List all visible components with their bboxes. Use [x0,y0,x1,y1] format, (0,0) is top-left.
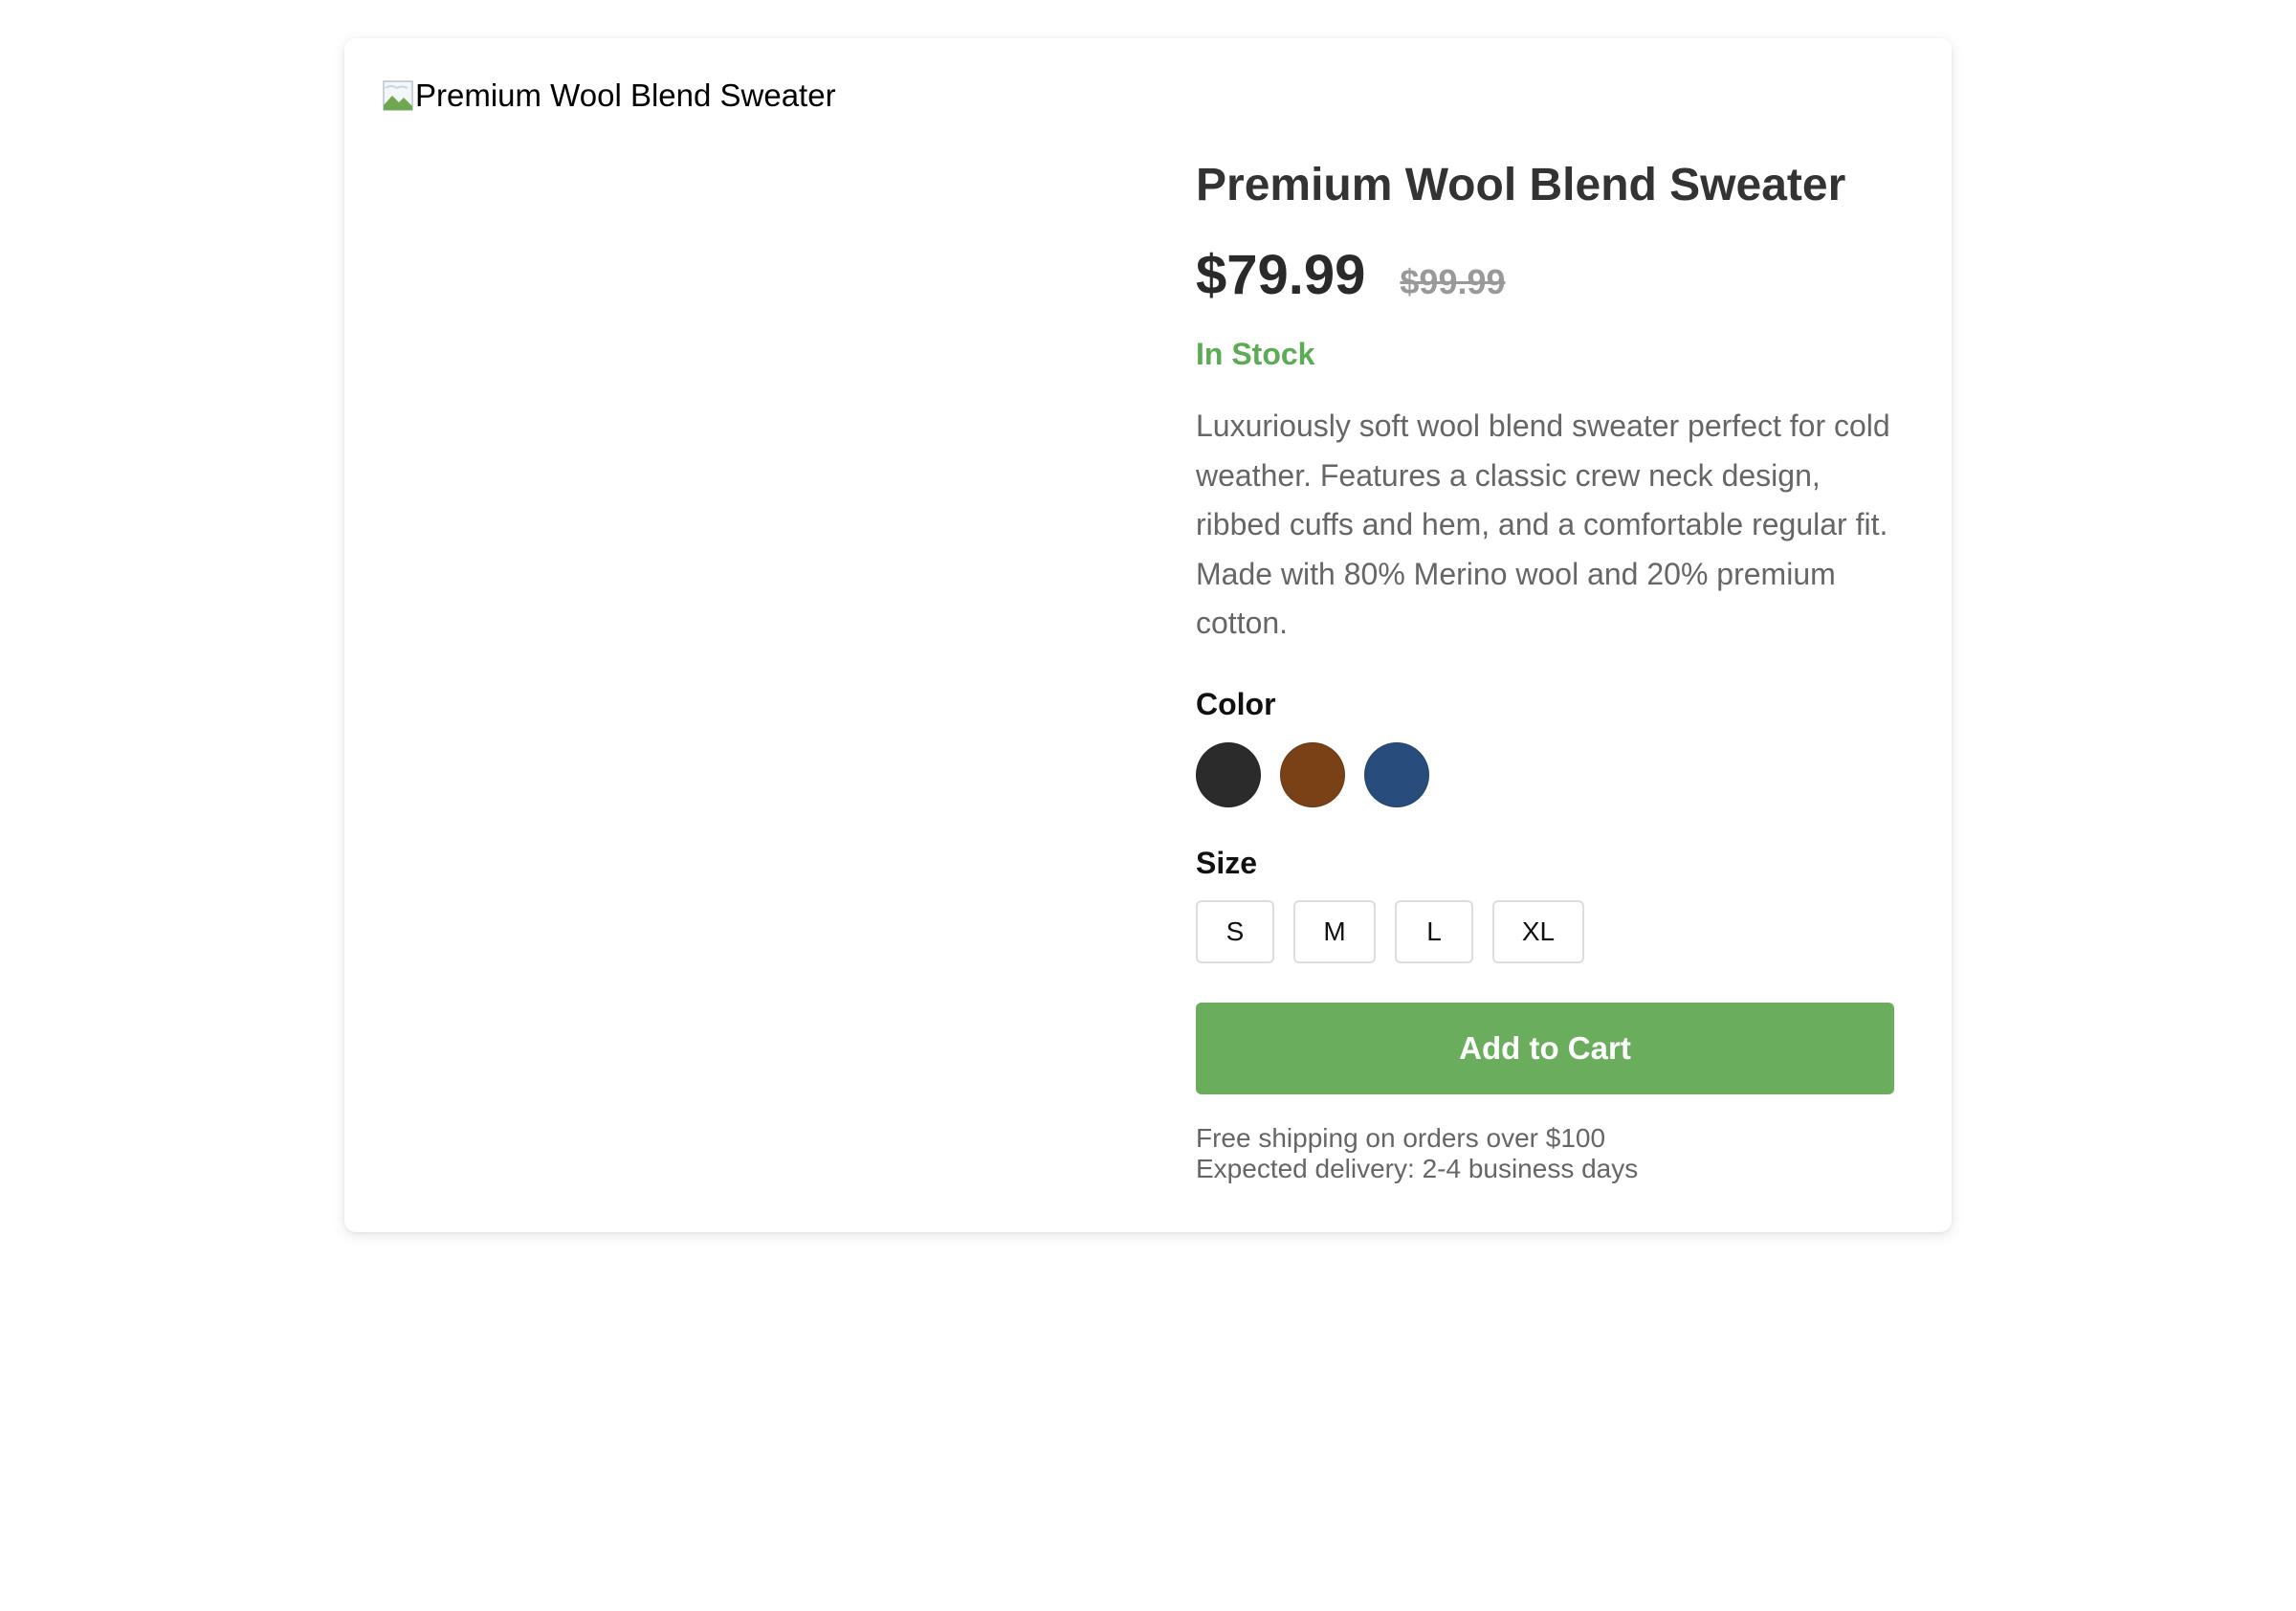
size-options: S M L XL [1196,900,1584,963]
original-price: $99.99 [1400,262,1506,301]
color-swatches [1196,742,1429,807]
shipping-info: Free shipping on orders over $100 Expect… [1196,1123,1638,1184]
add-to-cart-button[interactable]: Add to Cart [1196,1003,1894,1094]
current-price: $79.99 [1196,244,1366,306]
product-description: Luxuriously soft wool blend sweater perf… [1196,408,1890,640]
size-button-xl[interactable]: XL [1492,900,1584,963]
size-button-l[interactable]: L [1395,900,1473,963]
product-image-alt-text: Premium Wool Blend Sweater [415,77,836,113]
price-row: $79.99 $99.99 [1196,243,1506,307]
delivery-estimate: Expected delivery: 2-4 business days [1196,1154,1639,1183]
color-swatch-navy[interactable] [1364,742,1429,807]
product-card: Premium Wool Blend Sweater Premium Wool … [344,38,1952,1232]
page: Premium Wool Blend Sweater Premium Wool … [0,0,2296,1611]
stock-status: In Stock [1196,337,1315,371]
color-swatch-brown[interactable] [1280,742,1345,807]
product-image-container: Premium Wool Blend Sweater [383,77,1148,115]
color-label: Color [1196,687,1276,721]
broken-image-icon [383,80,413,111]
color-swatch-black[interactable] [1196,742,1261,807]
product-image: Premium Wool Blend Sweater [383,77,1148,115]
size-button-s[interactable]: S [1196,900,1274,963]
product-title: Premium Wool Blend Sweater [1196,160,1846,210]
size-button-m[interactable]: M [1293,900,1376,963]
shipping-note: Free shipping on orders over $100 [1196,1123,1606,1153]
size-label: Size [1196,846,1258,880]
